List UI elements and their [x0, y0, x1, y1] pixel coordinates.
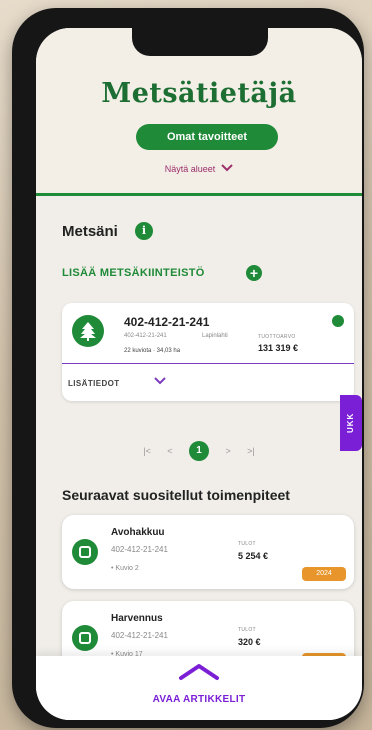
my-forest-title: Metsäni [62, 223, 118, 240]
more-info-toggle[interactable]: LISÄTIEDOT [68, 379, 120, 388]
open-articles-label[interactable]: AVAA ARTIKKELIT [36, 694, 362, 705]
brand-logo: Metsätietäjä [101, 78, 297, 109]
estate-card[interactable]: 402-412-21-241 402-412-21-241 Lapinlahti… [62, 303, 354, 401]
chevron-down-icon[interactable] [154, 377, 166, 388]
year-badge: 2024 [302, 567, 346, 581]
first-page-button[interactable]: |< [143, 446, 151, 456]
prev-page-button[interactable]: < [167, 446, 172, 456]
show-areas-label: Näytä alueet [164, 164, 216, 174]
phone-frame: Metsätietäjä Omat tavoitteet Näytä aluee… [12, 8, 364, 728]
estate-summary: 22 kuviota · 34,03 ha [124, 348, 181, 354]
estate-value-label: TUOTTOARVO [258, 334, 296, 340]
recommendation-kuvio: • Kuvio 2 [111, 565, 139, 572]
phone-screen: Metsätietäjä Omat tavoitteet Näytä aluee… [36, 28, 362, 720]
info-icon[interactable]: i [135, 222, 153, 240]
show-areas-toggle[interactable]: Näytä alueet [36, 164, 362, 175]
recommendations-title: Seuraavat suositellut toimenpiteet [62, 487, 290, 503]
recommendation-id: 402-412-21-241 [111, 545, 168, 554]
phone-notch [132, 28, 268, 56]
status-badge [332, 315, 344, 327]
my-goals-button[interactable]: Omat tavoitteet [136, 124, 278, 150]
pagination: |< < 1 > >| [36, 441, 362, 461]
add-estate-link[interactable]: LISÄÄ METSÄKIINTEISTÖ [62, 267, 205, 279]
articles-drawer[interactable]: AVAA ARTIKKELIT [36, 656, 362, 720]
current-page[interactable]: 1 [189, 441, 209, 461]
task-icon [72, 625, 98, 651]
chevron-down-icon [221, 164, 233, 175]
estate-id: 402-412-21-241 [124, 333, 167, 339]
estate-location: Lapinlahti [202, 333, 228, 339]
recommendation-card[interactable]: Avohakkuu 402-412-21-241 • Kuvio 2 TULOT… [62, 515, 354, 589]
divider [62, 363, 354, 364]
task-icon [72, 539, 98, 565]
main-content: Metsäni i LISÄÄ METSÄKIINTEISTÖ + 402-41… [36, 199, 362, 720]
estate-title: 402-412-21-241 [124, 315, 210, 329]
income-value: 5 254 € [238, 551, 269, 561]
recommendation-id: 402-412-21-241 [111, 631, 168, 640]
income-label: TULOT [238, 541, 256, 547]
plus-icon[interactable]: + [246, 265, 262, 281]
last-page-button[interactable]: >| [247, 446, 255, 456]
recommendation-name: Harvennus [111, 613, 163, 624]
income-value: 320 € [238, 637, 261, 647]
next-page-button[interactable]: > [225, 446, 230, 456]
income-label: TULOT [238, 627, 256, 633]
chevron-up-icon[interactable] [36, 660, 362, 687]
recommendation-name: Avohakkuu [111, 527, 165, 538]
tree-icon [72, 315, 104, 347]
estate-value: 131 319 € [258, 343, 299, 353]
